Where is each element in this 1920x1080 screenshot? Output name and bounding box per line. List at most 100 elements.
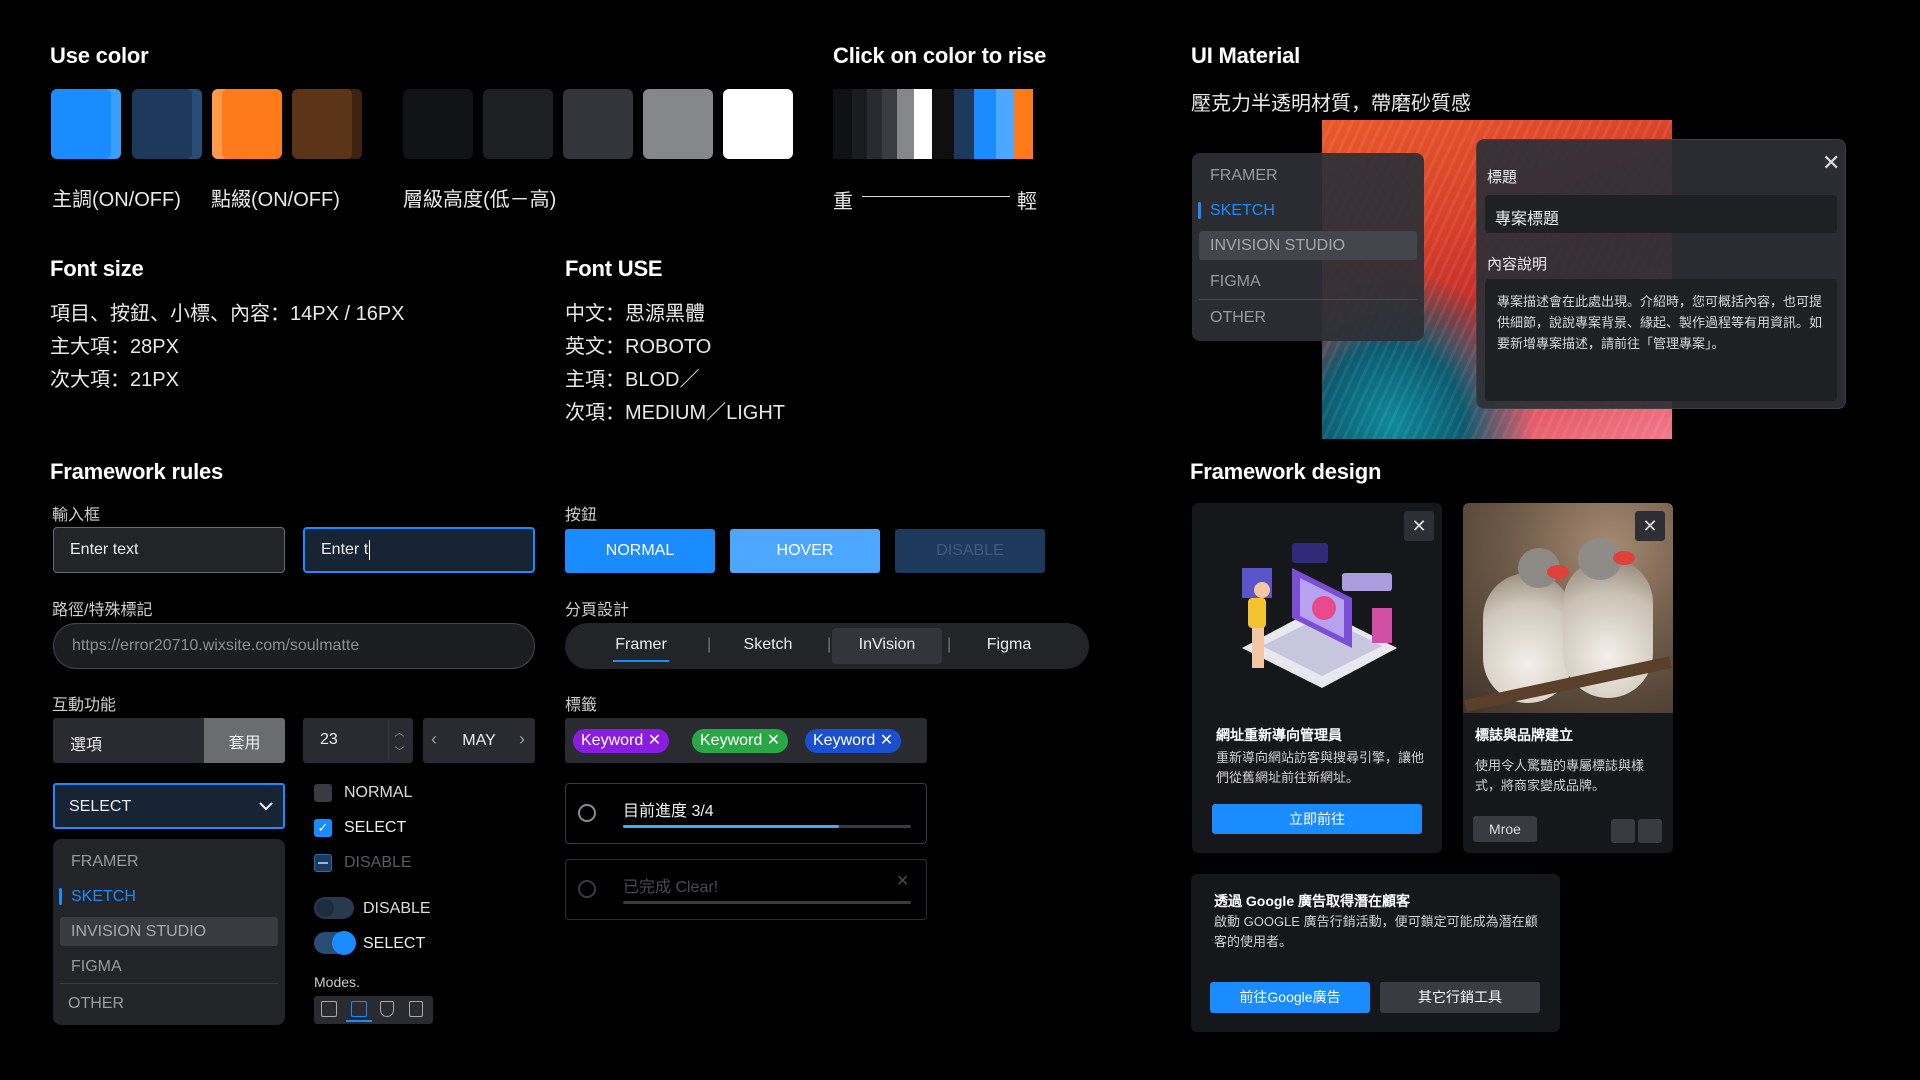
close-icon[interactable]: ✕	[1822, 152, 1840, 174]
pagination-section-label: 分頁設計	[565, 602, 630, 619]
url-path-input[interactable]: https://error20710.wixsite.com/soulmatte	[53, 623, 535, 669]
font-size-line-1: 項目、按鈕、小標、內容：14PX / 16PX	[50, 303, 405, 325]
tag-chip[interactable]: Keyword ✕	[805, 729, 902, 753]
material-dialog: ✕ 標題 專案標題 內容說明 專案描述會在此處出現。介紹時，您可概括內容，也可提…	[1476, 139, 1846, 409]
tab-framer[interactable]: Framer	[613, 636, 669, 654]
swatch-accent-on[interactable]	[212, 89, 282, 159]
tag-chip[interactable]: Keyword ✕	[573, 729, 670, 753]
swatch-level-2[interactable]	[483, 89, 553, 159]
dialog-desc-label: 內容說明	[1487, 256, 1548, 273]
mode-window-icon[interactable]	[321, 1001, 337, 1017]
progress-text: 目前進度 3/4	[623, 803, 714, 820]
tag-chip[interactable]: Keyword ✕	[692, 729, 789, 753]
branding-card: ✕ 標誌與品牌建立 使用令人驚豔的專屬標誌與樣式，將商家變成品牌。 Mroe	[1463, 503, 1673, 853]
apply-button[interactable]: 套用	[204, 718, 285, 763]
framework-design-title: Framework design	[1190, 459, 1382, 484]
font-use-line-4: 次項：MEDIUM／LIGHT	[565, 402, 785, 424]
text-input-focused-value: Enter t	[321, 541, 369, 558]
swatch-primary-off[interactable]	[132, 89, 202, 159]
font-size-title: Font size	[50, 256, 144, 281]
mode-edit-icon[interactable]	[351, 1001, 367, 1017]
chevron-down-icon[interactable]: ﹀	[389, 743, 410, 758]
dropdown-item-figma[interactable]: FIGMA	[71, 958, 122, 976]
font-size-line-3: 次大項：21PX	[50, 369, 179, 391]
go-google-ads-button[interactable]: 前往Google廣告	[1210, 982, 1370, 1013]
dropdown-item-other[interactable]: OTHER	[68, 995, 124, 1013]
dialog-title-input[interactable]: 專案標題	[1485, 195, 1837, 233]
chevron-up-icon[interactable]: ︿	[389, 724, 410, 739]
text-input-focused[interactable]: Enter t	[303, 527, 535, 573]
text-input-normal[interactable]: Enter text	[53, 527, 285, 573]
rise-color-strip[interactable]	[833, 89, 1034, 159]
button-normal[interactable]: NORMAL	[565, 529, 715, 573]
globe-icon	[578, 804, 596, 822]
swatch-level-4[interactable]	[643, 89, 713, 159]
next-button[interactable]	[1638, 819, 1662, 843]
button-disabled: DISABLE	[895, 529, 1045, 573]
dialog-field-label: 標題	[1487, 169, 1518, 186]
close-icon[interactable]: ✕	[896, 871, 909, 891]
dropdown-item-framer[interactable]: FRAMER	[71, 853, 139, 871]
tab-figma[interactable]: Figma	[977, 636, 1041, 654]
swatch-level-3[interactable]	[563, 89, 633, 159]
checkbox-checked[interactable]: ✓	[314, 819, 332, 837]
label-accent-color: 點綴(ON/OFF)	[211, 189, 340, 211]
option-field[interactable]: 選項	[53, 718, 204, 763]
swatch-accent-off[interactable]	[292, 89, 362, 159]
font-use-line-1: 中文：思源黑體	[565, 303, 705, 325]
close-icon[interactable]: ✕	[767, 732, 780, 749]
completed-progress-track	[623, 901, 911, 904]
checkbox-normal-label: NORMAL	[344, 784, 413, 801]
card-description: 啟動 GOOGLE 廣告行銷活動，便可鎖定可能成為潛在顧客的使用者。	[1214, 914, 1538, 949]
close-icon[interactable]: ✕	[1635, 511, 1665, 541]
ui-material-title: UI Material	[1191, 43, 1301, 68]
interactive-section-label: 互動功能	[52, 697, 117, 714]
tag-input[interactable]: Keyword ✕ Keyword ✕ Keyword ✕	[565, 718, 927, 763]
label-levels: 層級高度(低－高)	[403, 189, 557, 211]
font-use-title: Font USE	[565, 256, 663, 281]
month-picker: ‹ MAY ›	[423, 718, 535, 763]
swatch-primary-on[interactable]	[51, 89, 121, 159]
go-now-button[interactable]: 立即前往	[1212, 804, 1422, 834]
toggle-disabled[interactable]	[314, 897, 354, 919]
material-menu-item-figma[interactable]: FIGMA	[1210, 273, 1261, 291]
text-cursor	[369, 540, 371, 560]
close-icon[interactable]: ✕	[648, 732, 661, 749]
chevron-right-icon[interactable]: ›	[519, 729, 525, 750]
card-title: 透過 Google 廣告取得潛在顧客	[1214, 893, 1410, 909]
prev-button[interactable]	[1611, 819, 1635, 843]
mode-document-icon[interactable]	[409, 1001, 423, 1017]
material-menu-item-invision[interactable]: INVISION STUDIO	[1210, 237, 1345, 255]
button-section-label: 按鈕	[565, 507, 598, 524]
more-button[interactable]: Mroe	[1473, 816, 1537, 842]
material-menu-item-other[interactable]: OTHER	[1210, 309, 1266, 327]
progress-track	[623, 825, 911, 828]
button-hover[interactable]: HOVER	[730, 529, 880, 573]
toggle-selected[interactable]	[314, 931, 356, 955]
tab-invision[interactable]: InVision	[837, 636, 937, 654]
mode-active-underline	[346, 1020, 372, 1022]
tag-text: Keyword	[700, 732, 763, 749]
dropdown-item-sketch[interactable]: SKETCH	[71, 888, 136, 906]
close-icon[interactable]: ✕	[880, 732, 893, 749]
material-menu-divider	[1199, 299, 1417, 300]
card-title: 網址重新導向管理員	[1216, 727, 1342, 743]
font-use-line-3: 主項：BLOD／	[565, 369, 700, 391]
swatch-level-1[interactable]	[403, 89, 473, 159]
tag-text: Keyword	[581, 732, 644, 749]
tab-active-underline	[613, 660, 669, 662]
other-tools-button[interactable]: 其它行銷工具	[1380, 982, 1540, 1013]
tab-separator: |	[827, 636, 832, 653]
select-dropdown[interactable]: SELECT	[53, 783, 285, 829]
tab-sketch[interactable]: Sketch	[737, 636, 799, 654]
material-menu-item-framer[interactable]: FRAMER	[1210, 167, 1278, 185]
swatch-level-5[interactable]	[723, 89, 793, 159]
tab-separator: |	[947, 636, 952, 653]
dropdown-item-invision[interactable]: INVISION STUDIO	[71, 923, 206, 941]
checkbox-normal[interactable]	[314, 784, 332, 802]
dropdown-divider	[60, 983, 278, 984]
dialog-desc-textarea[interactable]: 專案描述會在此處出現。介紹時，您可概括內容，也可提供細節，說說專案背景、緣起、製…	[1485, 279, 1837, 401]
font-use-line-2: 英文：ROBOTO	[565, 336, 712, 358]
material-menu-item-sketch[interactable]: SKETCH	[1210, 202, 1275, 220]
mode-shield-icon[interactable]	[380, 1001, 394, 1017]
